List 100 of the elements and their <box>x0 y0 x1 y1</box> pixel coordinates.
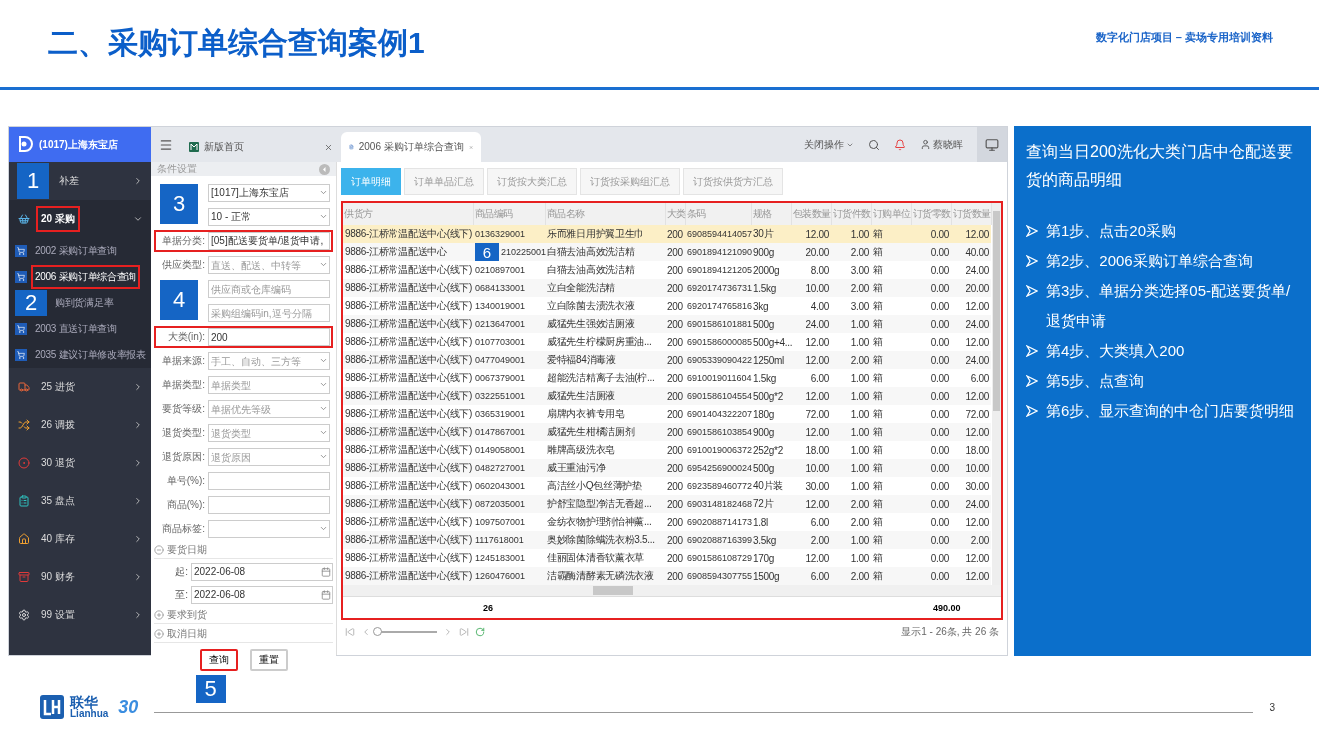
field-label: 退货类型: <box>161 426 205 440</box>
table-cell: 0.00 <box>911 315 951 333</box>
select-field[interactable]: 单据优先等级 <box>208 400 330 418</box>
step-text: 第4步、大类填入200 <box>1046 341 1185 361</box>
table-cell: 200 <box>665 549 685 567</box>
page-number: 3 <box>1269 701 1275 713</box>
table-cell: 箱 <box>871 369 911 387</box>
submenu-item[interactable]: 2 购到货满足率 <box>9 290 151 316</box>
sidebar-item[interactable]: 30 退货 <box>9 444 151 482</box>
table-cell: 9886-江桥常温配送中心(线下) <box>343 261 473 279</box>
menu-icon <box>18 213 30 225</box>
first-page-icon[interactable] <box>345 627 355 637</box>
table-cell: 箱 <box>871 531 911 549</box>
select-field[interactable]: [1017]上海东宝店 <box>208 184 330 202</box>
submenu-item[interactable]: 2035 建议订单修改率报表 <box>9 342 151 368</box>
select-field[interactable]: 退货原因 <box>208 448 330 466</box>
bell-icon[interactable] <box>894 138 906 151</box>
table-cell: 威猛先生强效洁厕液 <box>545 315 665 333</box>
menu-label: 25 进货 <box>40 380 76 394</box>
table-cell: 雕牌高级洗衣皂 <box>545 441 665 459</box>
submenu-item[interactable]: 2003 直送订单查询 <box>9 316 151 342</box>
query-button[interactable]: 查询 <box>199 649 238 671</box>
menu-label: 26 调拨 <box>40 418 76 432</box>
field-label: 单据分类: <box>161 234 205 248</box>
date-field[interactable]: 2022-06-08 <box>191 562 333 581</box>
select-field[interactable]: 退货类型 <box>208 424 330 442</box>
toggle-icon[interactable] <box>154 545 164 555</box>
table-cell: 1.8l <box>751 513 791 531</box>
toggle-icon[interactable] <box>154 629 164 639</box>
arrow-bullet-icon <box>1026 405 1038 417</box>
table-cell: 0.00 <box>911 369 951 387</box>
close-menu[interactable]: 关闭操作 <box>804 137 854 152</box>
select-field[interactable]: 10 - 正常 <box>208 208 330 226</box>
sidebar-item[interactable]: 40 库存 <box>9 520 151 558</box>
table-cell: 9886-江桥常温配送中心(线下) <box>343 531 473 549</box>
menu-icon <box>18 419 30 431</box>
menu-icon[interactable] <box>159 137 173 152</box>
select-field[interactable]: 手工、自动、三方等 <box>208 352 330 370</box>
query-button[interactable]: 重置 <box>249 649 288 671</box>
select-field[interactable]: 单据类型 <box>208 376 330 394</box>
input-field[interactable] <box>208 496 330 514</box>
calendar-icon[interactable] <box>321 589 331 600</box>
refresh-icon[interactable] <box>475 627 485 637</box>
user-menu[interactable]: 蔡晓晖 <box>920 137 963 152</box>
vertical-scrollbar[interactable] <box>991 203 1001 585</box>
table-cell: 乐而雅日用护翼卫生巾 <box>545 225 665 243</box>
submenu-item[interactable]: 2006 采购订单综合查询 <box>9 264 151 290</box>
input-field[interactable]: 供应商或仓库编码 <box>208 280 330 298</box>
table-cell: 200 <box>665 369 685 387</box>
table-cell: 4.00 <box>791 297 831 315</box>
table-cell: 12.00 <box>791 351 831 369</box>
table-cell: 12.00 <box>791 225 831 243</box>
total-value: 490.00 <box>933 602 961 613</box>
date-field[interactable]: 2022-06-08 <box>191 585 333 604</box>
table-cell: 6903148182468 <box>685 495 751 513</box>
select-field[interactable]: 直送、配送、中转等 <box>208 256 330 274</box>
input-field[interactable]: [05]配送要货单/退货申请, <box>208 232 330 250</box>
input-field[interactable]: 200 <box>208 328 330 346</box>
close-icon[interactable] <box>324 142 333 152</box>
sidebar-item[interactable]: 25 进货 <box>9 368 151 406</box>
store-logo-icon <box>17 135 33 154</box>
page-tab[interactable]: 新版首页 <box>181 132 341 162</box>
menu-label: 40 库存 <box>40 532 76 546</box>
page-tab[interactable]: 2006 采购订单综合查询 <box>341 132 481 162</box>
collapse-icon[interactable] <box>319 163 330 175</box>
table-cell: 0.00 <box>911 567 951 585</box>
table-cell: 6.00 <box>791 369 831 387</box>
toggle-icon[interactable] <box>154 610 164 620</box>
table-cell: 12.00 <box>791 333 831 351</box>
table-cell: 箱 <box>871 495 911 513</box>
sidebar-item[interactable]: 1 补差 <box>9 162 151 200</box>
submenu-item[interactable]: 2002 采购订单查询 <box>9 238 151 264</box>
last-page-icon[interactable] <box>459 627 469 637</box>
monitor-icon[interactable] <box>985 137 999 152</box>
select-field[interactable] <box>208 520 330 538</box>
sidebar-item[interactable]: 20 采购 <box>9 200 151 238</box>
table-cell: 9886-江桥常温配送中心(线下) <box>343 549 473 567</box>
next-page-icon[interactable] <box>443 627 453 637</box>
input-field[interactable]: 采购组编码in,逗号分隔 <box>208 304 330 322</box>
input-field[interactable] <box>208 472 330 490</box>
table-cell: 500g*2 <box>751 387 791 405</box>
sidebar-item[interactable]: 26 调拨 <box>9 406 151 444</box>
slide-title: 二、采购订单综合查询案例1 <box>48 25 425 61</box>
table-cell: 252g*2 <box>751 441 791 459</box>
table-cell: 0.00 <box>911 261 951 279</box>
table-cell: 500g <box>751 315 791 333</box>
sidebar-item[interactable]: 35 盘点 <box>9 482 151 520</box>
horizontal-scrollbar[interactable] <box>343 585 1001 596</box>
table-cell: 威猛先生柠檬厨房重油... <box>545 333 665 351</box>
sidebar-item[interactable]: 90 财务 <box>9 558 151 596</box>
page-slider[interactable] <box>373 627 382 636</box>
table-cell: 500g+4... <box>751 333 791 351</box>
previous-page-icon[interactable] <box>361 627 371 637</box>
table-cell: 200 <box>665 567 685 585</box>
table-cell: 0136329001 <box>473 225 545 243</box>
table-cell: 2000g <box>751 261 791 279</box>
calendar-icon[interactable] <box>321 566 331 577</box>
sidebar-item[interactable]: 99 设置 <box>9 596 151 634</box>
table-cell: 箱 <box>871 459 911 477</box>
search-icon[interactable] <box>868 138 880 151</box>
